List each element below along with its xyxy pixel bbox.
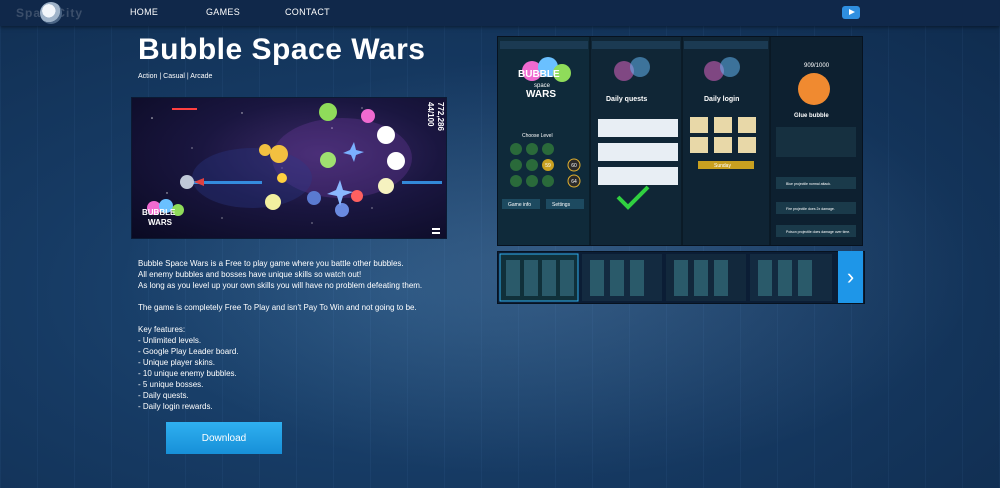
description-line: All enemy bubbles and bosses have unique…	[138, 270, 362, 279]
feature-item: - Unique player skins.	[138, 358, 215, 367]
level-number: 59	[545, 163, 551, 169]
sunday-label: Sunday	[714, 163, 731, 169]
daily-quests-title: Daily quests	[606, 96, 647, 103]
bubble-name: Glue bubble	[794, 113, 829, 119]
site-logo-icon[interactable]	[40, 2, 62, 24]
daily-login-title: Daily login	[704, 96, 739, 103]
game-genres: Action | Casual | Arcade	[138, 73, 213, 80]
skill-item: Fire projectile does 2x damage.	[786, 207, 835, 211]
description-line: Key features:	[138, 325, 186, 334]
chevron-right-icon: ›	[846, 264, 855, 289]
screenshot-image: BUBBLE space WARS Choose Level 59 60 64 …	[498, 37, 862, 245]
level-number: 60	[571, 163, 577, 169]
carousel-next-button[interactable]: ›	[838, 251, 863, 303]
game-title: Bubble Space Wars	[138, 33, 426, 66]
feature-item: - 10 unique enemy bubbles.	[138, 369, 237, 378]
gameplay-score: 772,286	[436, 102, 445, 131]
settings-label: Settings	[552, 202, 571, 208]
top-navigation-bar: SpaceCity HOME GAMES CONTACT	[0, 0, 1000, 26]
feature-item: - Daily quests.	[138, 391, 189, 400]
skill-item: Poison projectile does damage over time.	[786, 230, 850, 234]
feature-item: - Google Play Leader board.	[138, 347, 239, 356]
gameplay-scene: BUBBLE WARS 772,286 44/100	[142, 102, 445, 234]
gameplay-screenshot: BUBBLE WARS 772,286 44/100	[131, 97, 447, 239]
description-line: Bubble Space Wars is a Free to play game…	[138, 259, 404, 268]
feature-item: - Daily login rewards.	[138, 402, 213, 411]
bubble-counter: 909/1000	[804, 63, 830, 69]
nav-contact-link[interactable]: CONTACT	[285, 7, 330, 17]
gameplay-progress: 44/100	[426, 102, 435, 127]
description-line: The game is completely Free To Play and …	[138, 303, 417, 312]
download-button[interactable]: Download	[166, 422, 282, 454]
level-number: 64	[571, 179, 577, 185]
description-line: As long as you level up your own skills …	[138, 281, 423, 290]
choose-level-label: Choose Level	[522, 133, 553, 139]
feature-item: - Unlimited levels.	[138, 336, 202, 345]
nav-games-link[interactable]: GAMES	[206, 7, 240, 17]
youtube-icon[interactable]	[842, 6, 860, 19]
game-description: Bubble Space Wars is a Free to play game…	[138, 258, 458, 412]
game-info-label: Game info	[508, 202, 531, 208]
gameplay-logo-text: BUBBLE	[142, 208, 176, 217]
screenshot-thumbnail-strip[interactable]	[497, 251, 865, 304]
thumbnail-images	[499, 253, 832, 302]
screenshot-logo-line1: BUBBLE	[518, 69, 560, 80]
gameplay-logo-text-2: WARS	[148, 218, 173, 227]
screenshot-logo-line3: WARS	[526, 89, 556, 100]
screenshot-viewer[interactable]: BUBBLE space WARS Choose Level 59 60 64 …	[497, 36, 863, 246]
feature-item: - 5 unique bosses.	[138, 380, 204, 389]
skill-item: Blue projectile normal attack.	[786, 182, 831, 186]
nav-home-link[interactable]: HOME	[130, 7, 158, 17]
